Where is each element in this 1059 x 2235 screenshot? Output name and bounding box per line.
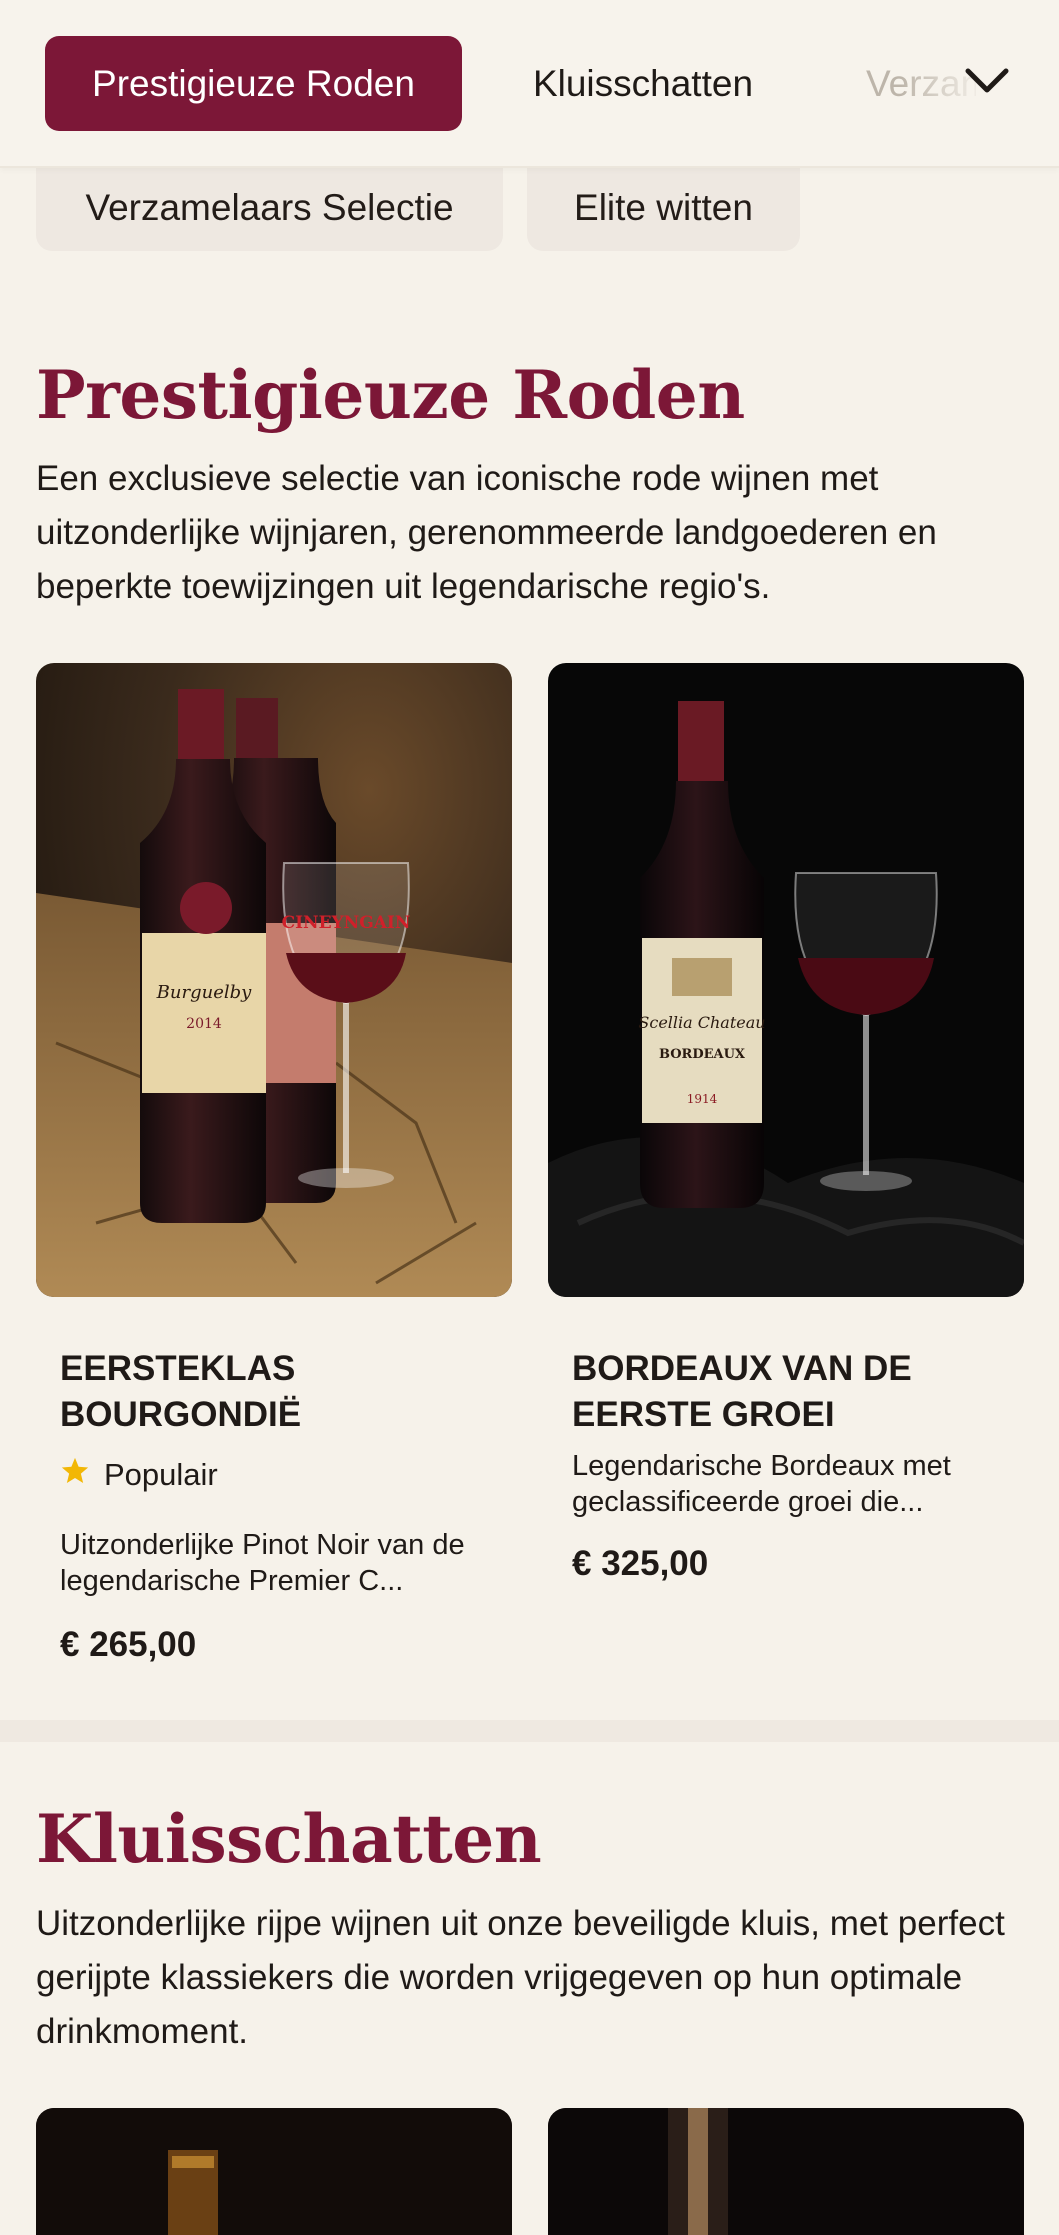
section-description: Uitzonderlijke rijpe wijnen uit onze bev… (36, 1904, 1005, 2051)
product-image-kluis-1[interactable] (36, 2108, 512, 2235)
chip-verzamelaars-selectie[interactable]: Verzamelaars Selectie (36, 165, 503, 251)
star-icon (60, 1456, 90, 1494)
bottle-label-region: BORDEAUX (659, 1047, 746, 1062)
product-name[interactable]: EERSTEKLAS BOURGONDIË (60, 1346, 490, 1438)
badge-label: Populair (104, 1457, 218, 1492)
product-price: € 265,00 (60, 1625, 197, 1664)
category-nav-bar: Prestigieuze Roden Kluisschatten Verzame… (0, 0, 1059, 168)
tab-prestigieuze-roden[interactable]: Prestigieuze Roden (45, 36, 462, 131)
section-title: Kluisschatten (36, 1800, 542, 1878)
bottle-label-year: 2014 (186, 1016, 222, 1032)
glass-engraving: CINEYNGAIN (282, 913, 411, 933)
chip-elite-witten[interactable]: Elite witten (527, 165, 800, 251)
chevron-down-icon[interactable] (962, 56, 1012, 106)
product-image-eersteklas-bourgondie[interactable]: Burguelby 2014 CINEYNGAIN (36, 663, 512, 1297)
section-title: Prestigieuze Roden (36, 356, 745, 434)
tab-kluisschatten[interactable]: Kluisschatten (505, 36, 781, 131)
product-description: Legendarische Bordeaux met geclassificee… (572, 1450, 951, 1518)
bottle-label-year: 1914 (687, 1092, 718, 1106)
bottle-label-estate: Scellia Chateau (638, 1013, 765, 1032)
section-divider (0, 1720, 1059, 1742)
product-image-kluis-2[interactable] (548, 2108, 1024, 2235)
product-description: Uitzonderlijke Pinot Noir van de legenda… (60, 1529, 465, 1597)
product-image-bordeaux[interactable]: Scellia Chateau BORDEAUX 1914 (548, 663, 1024, 1297)
status-badge: Populair (60, 1456, 218, 1494)
product-price: € 325,00 (572, 1544, 709, 1583)
product-name[interactable]: BORDEAUX VAN DE EERSTE GROEI (572, 1346, 1002, 1438)
section-description: Een exclusieve selectie van iconische ro… (36, 459, 937, 606)
bottle-label-estate: Burguelby (156, 982, 252, 1003)
